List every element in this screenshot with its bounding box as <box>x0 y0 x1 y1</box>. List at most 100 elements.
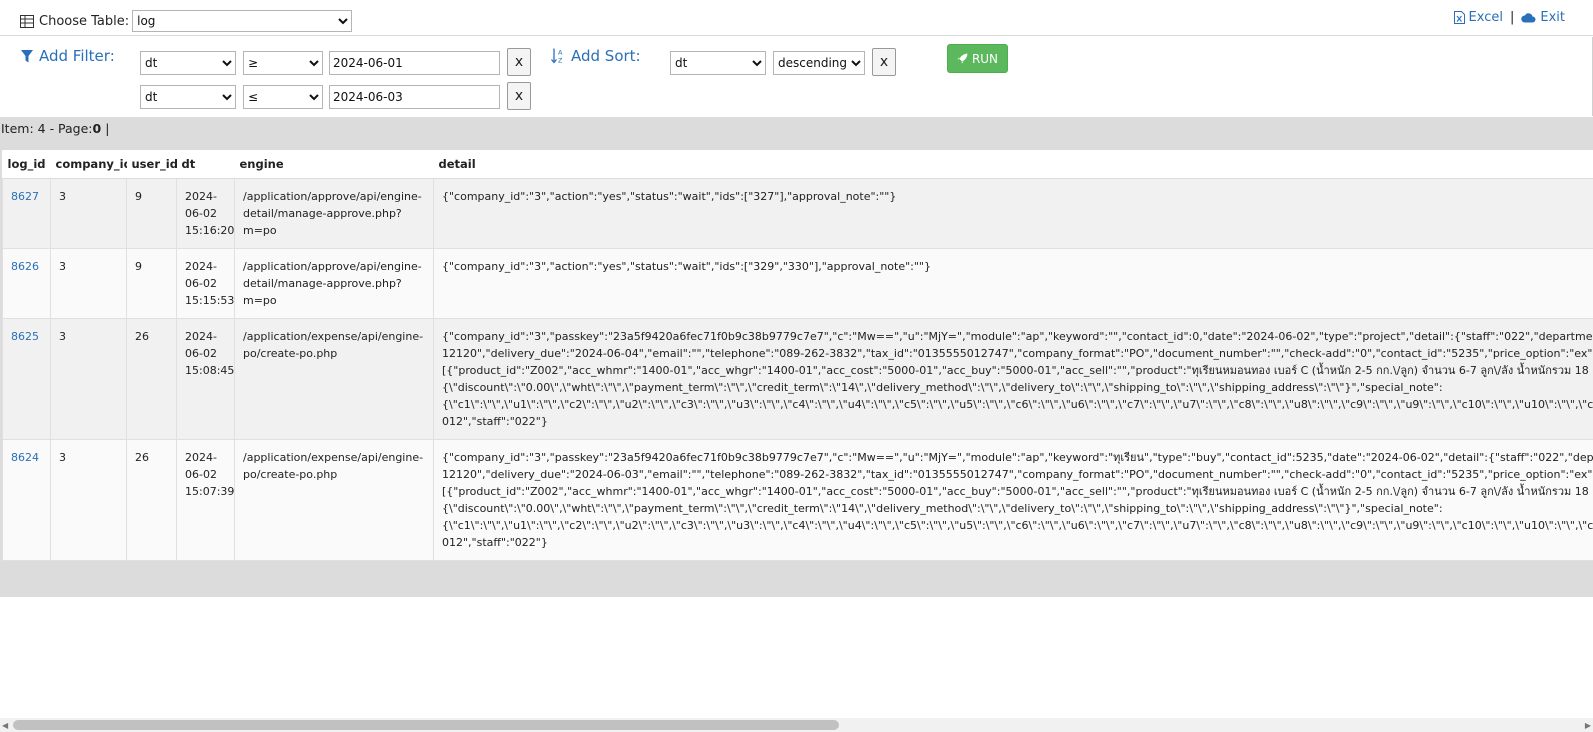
filter-2-remove-button[interactable]: x <box>507 82 531 110</box>
dt-line: 2024- <box>185 260 217 273</box>
exit-link[interactable]: Exit <box>1521 10 1565 25</box>
detail-line: {\"discount\":\"0.00\",\"wht\":\"\",\"pa… <box>442 381 1443 394</box>
dt-line: 06-02 <box>185 207 217 220</box>
dt-line: 15:08:45 <box>185 364 235 377</box>
dt-line: 06-02 <box>185 277 217 290</box>
column-header-engine[interactable]: engine <box>234 150 434 179</box>
engine-cell: /application/expense/api/engine- po/crea… <box>234 439 434 561</box>
filter-1-operator-select[interactable]: ≥ <box>243 51 323 75</box>
link-separator: | <box>1509 10 1515 25</box>
choose-table-group: Choose Table: log <box>20 10 353 32</box>
detail-cell: {"company_id":"3","action":"yes","status… <box>433 248 1593 319</box>
dt-cell: 2024- 06-02 15:15:53 <box>176 248 235 319</box>
log-id-cell: 8626 <box>2 248 51 319</box>
company-id-cell: 3 <box>50 439 127 561</box>
top-toolbar: Choose Table: log Excel | Exit <box>0 4 1593 36</box>
detail-line: {"company_id":"3","action":"yes","status… <box>442 260 931 273</box>
log-id-link[interactable]: 8625 <box>11 330 39 343</box>
engine-line: m=po <box>243 294 277 307</box>
engine-cell: /application/approve/api/engine- detail/… <box>234 248 434 319</box>
dt-line: 06-02 <box>185 468 217 481</box>
sort-icon: A Z <box>551 48 563 65</box>
company-id-cell: 3 <box>50 248 127 319</box>
table-select[interactable]: log <box>132 10 353 32</box>
filter-1-field-select[interactable]: dt <box>140 51 236 75</box>
item-status: Item: 4 - Page:0 | <box>1 121 109 136</box>
dt-line: 15:07:39 <box>185 485 235 498</box>
detail-line: [{"product_id":"Z002","acc_whmr":"1400-0… <box>442 364 1593 377</box>
svg-text:Z: Z <box>558 57 563 65</box>
add-sort-button[interactable]: A Z Add Sort: <box>551 47 641 65</box>
excel-link[interactable]: Excel <box>1453 10 1503 25</box>
dt-cell: 2024- 06-02 15:07:39 <box>176 439 235 561</box>
filter-2-operator-select[interactable]: ≤ <box>243 85 323 109</box>
user-id-cell: 26 <box>126 439 177 561</box>
sort-field-select[interactable]: dt <box>670 51 766 75</box>
column-header-dt[interactable]: dt <box>176 150 235 179</box>
scrollbar-thumb[interactable] <box>13 720 839 730</box>
horizontal-scrollbar[interactable]: ◀ ▶ <box>0 718 1593 732</box>
filter-icon <box>21 49 33 62</box>
excel-icon <box>1453 11 1465 24</box>
engine-cell: /application/approve/api/engine- detail/… <box>234 178 434 249</box>
detail-line: [{"product_id":"Z002","acc_whmr":"1400-0… <box>442 485 1593 498</box>
log-id-link[interactable]: 8624 <box>11 451 39 464</box>
scroll-left-icon[interactable]: ◀ <box>2 721 8 730</box>
cloud-icon <box>1521 13 1536 23</box>
filter-1-remove-button[interactable]: x <box>507 48 531 76</box>
column-header-company-id[interactable]: company_id <box>50 150 127 179</box>
exit-label: Exit <box>1540 10 1565 25</box>
column-header-user-id[interactable]: user_id <box>126 150 177 179</box>
sort-remove-button[interactable]: x <box>872 48 896 76</box>
sort-direction-select[interactable]: descending <box>773 51 865 75</box>
table-row: 8625 3 26 2024- 06-02 15:08:45 /applicat… <box>2 318 1593 440</box>
engine-line: detail/manage-approve.php? <box>243 277 402 290</box>
dt-cell: 2024- 06-02 15:16:20 <box>176 178 235 249</box>
filter-2-field-select[interactable]: dt <box>140 85 236 109</box>
detail-cell: {"company_id":"3","action":"yes","status… <box>433 178 1593 249</box>
run-label: RUN <box>971 51 999 66</box>
log-id-cell: 8627 <box>2 178 51 249</box>
dt-line: 15:16:20 <box>185 224 235 237</box>
engine-line: /application/approve/api/engine- <box>243 190 422 203</box>
engine-cell: /application/expense/api/engine- po/crea… <box>234 318 434 440</box>
table-row: 8626 3 9 2024- 06-02 15:15:53 /applicati… <box>2 248 1593 319</box>
log-id-cell: 8624 <box>2 439 51 561</box>
table-header-row: log_id company_id user_id dt engine deta… <box>2 150 1593 179</box>
svg-text:A: A <box>558 49 563 57</box>
engine-line: po/create-po.php <box>243 468 338 481</box>
dt-line: 2024- <box>185 451 217 464</box>
column-header-detail[interactable]: detail <box>433 150 1593 179</box>
detail-line: {"company_id":"3","passkey":"23a5f9420a6… <box>442 330 1593 343</box>
column-header-log-id[interactable]: log_id <box>2 150 51 179</box>
engine-line: /application/approve/api/engine- <box>243 260 422 273</box>
detail-line: 12120","delivery_due":"2024-06-04","emai… <box>442 347 1593 360</box>
detail-line: 12120","delivery_due":"2024-06-03","emai… <box>442 468 1593 481</box>
page-number: 0 <box>92 121 102 136</box>
dt-line: 2024- <box>185 190 217 203</box>
company-id-cell: 3 <box>50 318 127 440</box>
choose-table-label: Choose Table: <box>39 13 130 29</box>
log-id-link[interactable]: 8627 <box>11 190 39 203</box>
detail-line: 012","staff":"022"} <box>442 415 548 428</box>
add-filter-button[interactable]: Add Filter: <box>21 47 115 65</box>
engine-line: po/create-po.php <box>243 347 338 360</box>
filter-sort-bar: Add Filter: dt ≥ x dt ≤ x A Z Add Sort: … <box>0 37 1593 116</box>
log-table: log_id company_id user_id dt engine deta… <box>2 150 1593 561</box>
log-id-link[interactable]: 8626 <box>11 260 39 273</box>
filter-1-value-input[interactable] <box>329 51 500 75</box>
detail-cell: {"company_id":"3","passkey":"23a5f9420a6… <box>433 439 1593 561</box>
dt-line: 06-02 <box>185 347 217 360</box>
engine-line: /application/expense/api/engine- <box>243 451 424 464</box>
dt-line: 15:15:53 <box>185 294 235 307</box>
detail-line: {\"c1\":\"\",\"u1\":\"\",\"c2\":\"\",\"u… <box>442 398 1593 411</box>
item-status-prefix: Item: 4 - Page: <box>1 121 93 136</box>
run-button[interactable]: RUN <box>947 44 1008 73</box>
top-links: Excel | Exit <box>1453 10 1565 25</box>
scroll-right-icon[interactable]: ▶ <box>1585 721 1591 730</box>
dt-line: 2024- <box>185 330 217 343</box>
filter-2-value-input[interactable] <box>329 85 500 109</box>
log-id-cell: 8625 <box>2 318 51 440</box>
table-row: 8624 3 26 2024- 06-02 15:07:39 /applicat… <box>2 439 1593 561</box>
company-id-cell: 3 <box>50 178 127 249</box>
